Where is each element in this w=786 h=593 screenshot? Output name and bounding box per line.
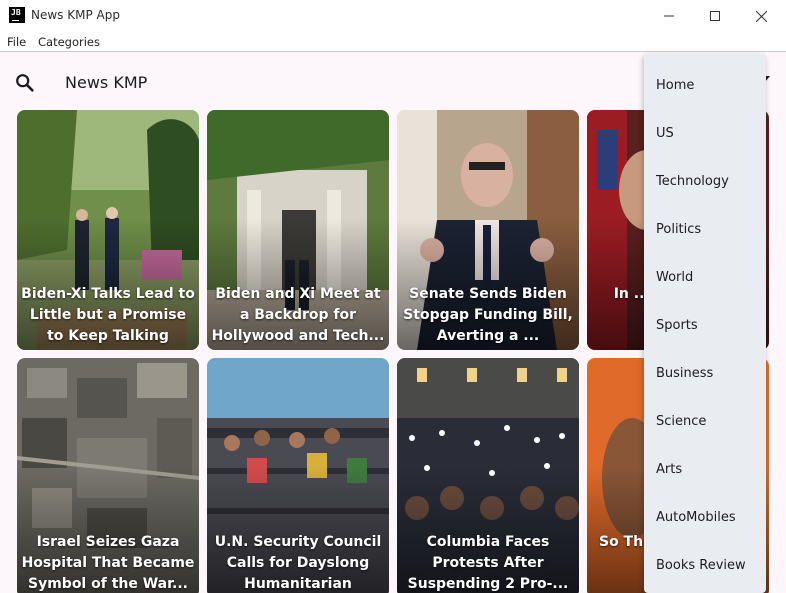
article-headline: Columbia Faces Protests After Suspending…	[407, 534, 569, 592]
category-item-business[interactable]: Business	[656, 366, 713, 381]
article-card[interactable]: Senate Sends Biden Stopgap Funding Bill,…	[397, 110, 579, 350]
article-card[interactable]: Biden-Xi Talks Lead to Little but a Prom…	[17, 110, 199, 350]
category-item-world[interactable]: World	[656, 270, 693, 285]
article-headline: Biden and Xi Meet at a Backdrop for Holl…	[211, 286, 385, 344]
jetbrains-logo-icon: JB	[9, 7, 25, 23]
maximize-button[interactable]	[692, 0, 738, 32]
article-card[interactable]: U.N. Security Council Calls for Dayslong…	[207, 358, 389, 593]
article-headline: Israel Seizes Gaza Hospital That Became …	[21, 534, 195, 592]
minimize-icon	[664, 15, 674, 17]
maximize-icon	[710, 11, 720, 21]
menu-categories[interactable]: Categories	[38, 35, 100, 49]
category-item-sports[interactable]: Sports	[656, 318, 698, 333]
article-headline: Biden-Xi Talks Lead to Little but a Prom…	[21, 286, 195, 344]
article-card[interactable]: Israel Seizes Gaza Hospital That Became …	[17, 358, 199, 593]
close-icon	[755, 10, 767, 22]
category-item-us[interactable]: US	[656, 126, 674, 141]
minimize-button[interactable]	[646, 0, 692, 32]
category-item-arts[interactable]: Arts	[656, 462, 682, 477]
window-title: News KMP App	[31, 8, 120, 22]
window-titlebar: JB News KMP App	[0, 0, 786, 32]
categories-dropdown-menu: Home US Technology Politics World Sports…	[644, 54, 766, 593]
category-item-books-review[interactable]: Books Review	[656, 558, 746, 573]
category-item-science[interactable]: Science	[656, 414, 706, 429]
search-icon[interactable]	[14, 72, 36, 94]
article-card[interactable]: Biden and Xi Meet at a Backdrop for Holl…	[207, 110, 389, 350]
close-button[interactable]	[738, 0, 784, 32]
article-headline: Senate Sends Biden Stopgap Funding Bill,…	[403, 286, 573, 344]
menu-bar: File Categories	[0, 32, 786, 52]
category-item-automobiles[interactable]: AutoMobiles	[656, 510, 736, 525]
article-headline: U.N. Security Council Calls for Dayslong…	[214, 534, 382, 592]
app-title: News KMP	[65, 73, 148, 92]
category-item-politics[interactable]: Politics	[656, 222, 701, 237]
menu-file[interactable]: File	[7, 35, 26, 49]
category-item-home[interactable]: Home	[656, 78, 694, 93]
category-item-technology[interactable]: Technology	[656, 174, 729, 189]
article-card[interactable]: Columbia Faces Protests After Suspending…	[397, 358, 579, 593]
logo-text: JB	[11, 8, 21, 17]
